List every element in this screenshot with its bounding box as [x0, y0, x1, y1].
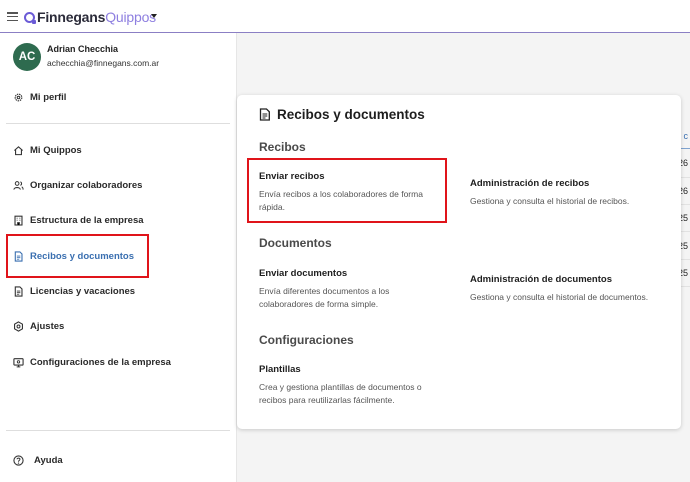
menu-icon[interactable] [7, 12, 18, 21]
action-plantillas[interactable]: Plantillas [259, 364, 301, 375]
sidebar-item-label: Ajustes [30, 320, 65, 332]
section-heading-recibos: Recibos [259, 140, 306, 154]
sidebar-item-configuraciones[interactable]: Configuraciones de la empresa [13, 354, 171, 370]
people-icon [13, 180, 24, 191]
sidebar-item-mi-quippos[interactable]: Mi Quippos [13, 142, 82, 158]
sidebar-item-label: Mi Quippos [30, 144, 82, 156]
top-bar: Finnegans Quippos [0, 0, 690, 33]
section-heading-configuraciones: Configuraciones [259, 333, 354, 347]
section-heading-documentos: Documentos [259, 236, 332, 250]
sidebar-item-ajustes[interactable]: Ajustes [13, 318, 64, 334]
brand-name-primary: Finnegans [37, 9, 106, 25]
gear-icon [13, 92, 24, 103]
action-description: Gestiona y consulta el historial de docu… [470, 292, 649, 302]
settings-icon [13, 320, 24, 332]
brand-name-secondary: Quippos [105, 9, 156, 25]
help-icon [13, 454, 24, 466]
sidebar-item-label: Ayuda [34, 454, 63, 466]
building-icon [13, 215, 24, 226]
document-icon [259, 108, 271, 121]
action-administracion-documentos[interactable]: Administración de documentos [470, 274, 612, 285]
sidebar-item-organizar-colaboradores[interactable]: Organizar colaboradores [13, 177, 142, 193]
avatar[interactable]: AC [13, 43, 41, 71]
divider [6, 430, 230, 431]
action-description: Gestiona y consulta el historial de reci… [470, 196, 630, 206]
user-email: achecchia@finnegans.com.ar [47, 58, 160, 68]
panel-title: Recibos y documentos [259, 107, 425, 122]
sidebar-item-label: Licencias y vacaciones [30, 285, 136, 297]
action-administracion-recibos[interactable]: Administración de recibos [470, 178, 589, 189]
sidebar-item-label: Organizar colaboradores [30, 179, 143, 191]
recibos-documentos-panel: Recibos y documentos Recibos Enviar reci… [237, 95, 681, 429]
chevron-down-icon[interactable] [151, 14, 157, 18]
highlight-box [6, 234, 149, 278]
calendar-icon [13, 285, 24, 297]
sidebar-item-estructura[interactable]: Estructura de la empresa [13, 212, 144, 228]
highlight-box [247, 158, 447, 223]
divider [6, 123, 230, 124]
panel-title-text: Recibos y documentos [277, 107, 425, 122]
sidebar-item-label: Estructura de la empresa [30, 214, 144, 226]
action-description: Envía diferentes documentos a los colabo… [259, 286, 390, 309]
app-logo[interactable]: Finnegans Quippos [24, 9, 156, 25]
action-description: Crea y gestiona plantillas de documentos… [259, 382, 422, 405]
sidebar-item-label: Mi perfil [30, 91, 67, 103]
company-settings-icon [13, 357, 24, 368]
sidebar-item-profile[interactable]: Mi perfil [13, 89, 66, 105]
action-enviar-documentos[interactable]: Enviar documentos [259, 268, 347, 279]
sidebar-item-ayuda[interactable]: Ayuda [13, 452, 63, 468]
home-icon [13, 145, 24, 156]
sidebar-item-label: Configuraciones de la empresa [30, 356, 171, 368]
user-name: Adrian Checchia [47, 44, 119, 54]
sidebar-item-licencias[interactable]: Licencias y vacaciones [13, 283, 135, 299]
logo-icon [24, 11, 36, 24]
